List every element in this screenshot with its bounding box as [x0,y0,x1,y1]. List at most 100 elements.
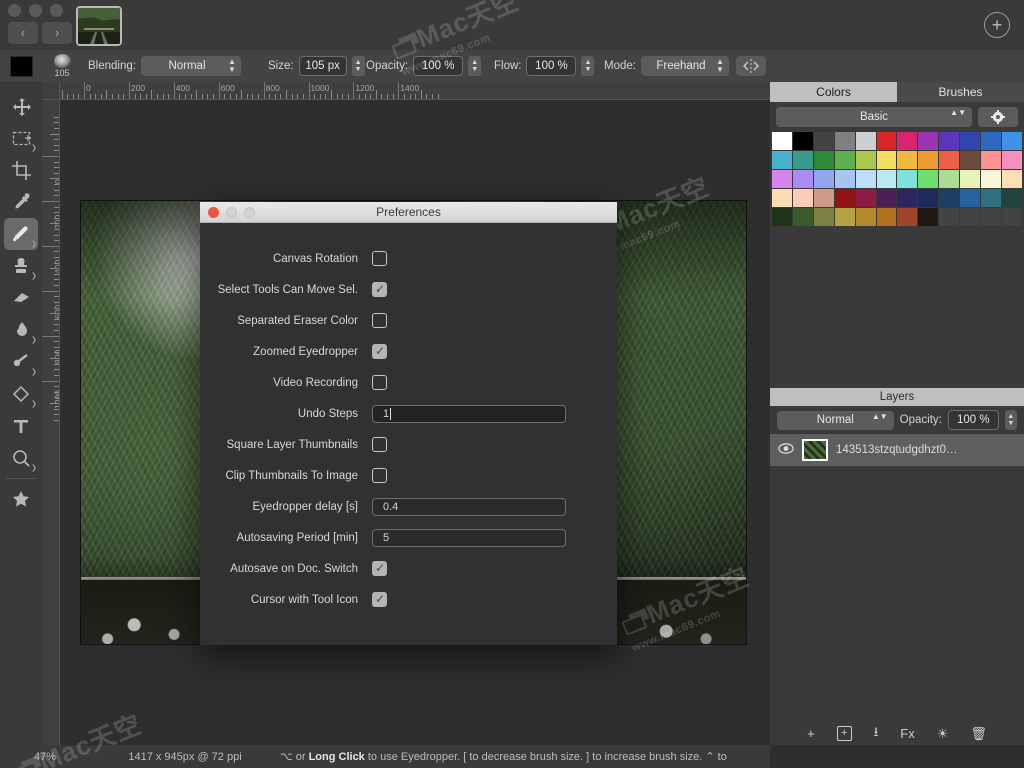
color-swatch[interactable] [981,170,1002,188]
color-swatch[interactable] [960,151,981,169]
preferences-input[interactable]: 1 [372,404,566,423]
text-tool[interactable] [4,410,38,442]
preferences-checkbox[interactable] [372,437,387,452]
preferences-checkbox[interactable] [372,251,387,266]
color-swatch[interactable] [813,208,834,226]
color-swatch[interactable] [960,189,981,207]
color-swatch[interactable] [897,189,918,207]
preferences-input[interactable]: 5 [372,528,566,547]
color-swatch[interactable] [1002,189,1022,207]
color-swatch[interactable] [897,151,918,169]
add-document-button[interactable]: + [984,12,1010,38]
vertical-ruler[interactable]: 02004006008001000 [42,100,60,745]
preferences-close-button[interactable] [208,207,219,218]
color-swatch[interactable] [897,208,918,226]
layer-opacity-stepper[interactable]: ▲ ▼ [1004,410,1017,430]
color-swatch[interactable] [772,208,792,226]
color-swatch[interactable] [918,132,939,150]
color-swatch[interactable] [939,132,960,150]
preferences-checkbox[interactable] [372,591,387,607]
color-swatch[interactable] [813,132,834,150]
color-swatch[interactable] [855,132,876,150]
color-swatch-grid[interactable] [770,132,1024,226]
color-swatch[interactable] [834,151,855,169]
smudge-tool[interactable]: ❯ [4,314,38,346]
color-swatch[interactable] [813,151,834,169]
delete-layer-button[interactable]: 🗑 [970,726,987,742]
adjustments-button[interactable]: ☀ [937,726,949,742]
preferences-title-bar[interactable]: Preferences [200,202,617,223]
color-swatch[interactable] [792,132,813,150]
merge-down-button[interactable]: ⭳ [874,723,879,745]
preferences-traffic-lights[interactable] [208,207,255,218]
opacity-input[interactable]: 100 % [413,56,464,76]
color-swatch[interactable] [1002,170,1022,188]
color-swatch[interactable] [981,208,1002,226]
color-swatch[interactable] [939,208,960,226]
shape-tool[interactable]: ❯ [4,378,38,410]
zoom-level[interactable]: 47% [0,751,90,763]
zoom-tool[interactable]: ❯ [4,442,38,474]
color-swatch[interactable] [981,132,1002,150]
color-swatch[interactable] [981,189,1002,207]
color-swatch[interactable] [792,208,813,226]
color-swatch[interactable] [792,189,813,207]
layer-visibility-icon[interactable] [778,441,794,459]
color-swatch[interactable] [918,208,939,226]
brush-tool[interactable]: ❯ [4,218,38,250]
minimize-window-button[interactable] [29,4,42,17]
layer-list-item[interactable]: 143513stzqtudgdhzt0… [770,434,1024,466]
palette-settings-button[interactable] [978,107,1018,127]
duplicate-layer-button[interactable]: + [836,726,852,741]
color-swatch[interactable] [1002,151,1022,169]
color-swatch[interactable] [772,170,792,188]
preferences-checkbox[interactable] [372,343,387,359]
preferences-input[interactable]: 0.4 [372,497,566,516]
color-swatch[interactable] [960,132,981,150]
tab-colors[interactable]: Colors [770,82,897,102]
preferences-checkbox[interactable] [372,281,387,297]
color-swatch[interactable] [834,208,855,226]
layer-blend-mode-select[interactable]: Normal ▲▼ [777,410,894,430]
effects-button[interactable]: Fx [900,726,914,741]
color-swatch[interactable] [792,151,813,169]
color-swatch[interactable] [918,151,939,169]
preferences-minimize-button[interactable] [226,207,237,218]
horizontal-ruler[interactable]: 0 200 400 600 800 1000 1200 1400 [60,82,770,100]
flow-stepper[interactable]: ▲ ▼ [581,56,595,76]
color-swatch[interactable] [876,151,897,169]
move-tool[interactable] [4,90,38,122]
color-swatch[interactable] [834,189,855,207]
preferences-maximize-button[interactable] [244,207,255,218]
color-swatch[interactable] [897,170,918,188]
preferences-checkbox[interactable] [372,313,387,328]
window-traffic-lights[interactable] [8,4,63,17]
color-swatch[interactable] [897,132,918,150]
blur-tool[interactable]: ❯ [4,346,38,378]
document-thumbnail[interactable] [76,6,122,46]
eyedropper-tool[interactable] [4,186,38,218]
color-swatch[interactable] [772,132,792,150]
blending-select[interactable]: Normal ▲ ▼ [140,56,241,76]
preferences-checkbox[interactable] [372,560,387,576]
history-nav-group[interactable]: ‹ › [8,22,72,44]
tab-brushes[interactable]: Brushes [897,82,1024,102]
color-swatch[interactable] [792,170,813,188]
symmetry-button[interactable] [736,56,766,76]
ruler-corner[interactable] [42,82,60,100]
color-swatch[interactable] [876,170,897,188]
opacity-stepper[interactable]: ▲ ▼ [468,56,482,76]
mode-select[interactable]: Freehand ▲ ▼ [640,56,729,76]
color-swatch[interactable] [876,208,897,226]
color-swatch[interactable] [813,170,834,188]
color-swatch[interactable] [939,151,960,169]
color-swatch[interactable] [918,170,939,188]
color-swatch[interactable] [813,189,834,207]
preferences-checkbox[interactable] [372,375,387,390]
color-swatch[interactable] [834,132,855,150]
color-swatch[interactable] [772,151,792,169]
color-swatch[interactable] [960,208,981,226]
preferences-dialog[interactable]: Preferences Canvas Rotation Select Tools … [200,202,617,645]
nav-back-button[interactable]: ‹ [8,22,38,44]
palette-select[interactable]: Basic ▲▼ [776,107,972,127]
